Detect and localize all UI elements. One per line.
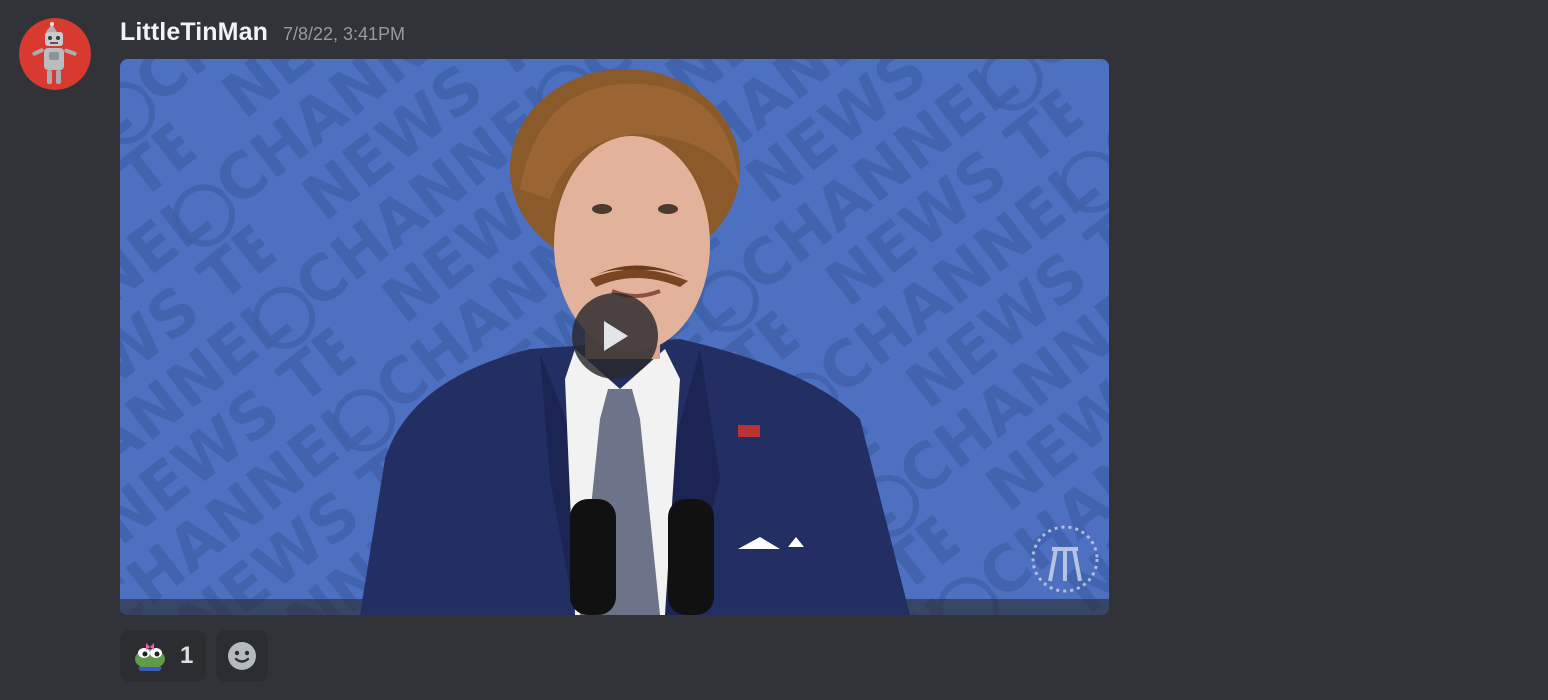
add-reaction-button[interactable] (216, 630, 268, 682)
timestamp: 7/8/22, 3:41PM (282, 24, 406, 44)
reactions-bar: 1 (120, 630, 268, 682)
video-attachment[interactable]: CHANNEL NEWS TEAM (120, 59, 1109, 615)
reaction-count: 1 (180, 642, 194, 669)
frog-with-bow-icon (135, 643, 165, 671)
play-icon (604, 321, 628, 351)
username[interactable]: LittleTinMan (120, 18, 268, 47)
reaction-pill[interactable]: 1 (120, 630, 206, 682)
play-button[interactable] (572, 293, 658, 379)
chat-message: LittleTinMan 7/8/22, 3:41PM CHANNEL NEWS… (0, 0, 1548, 700)
tin-man-robot-icon (19, 18, 91, 90)
message-header: LittleTinMan 7/8/22, 3:41PM (120, 18, 405, 52)
user-avatar[interactable] (19, 18, 91, 90)
smiley-face-icon (228, 642, 256, 670)
